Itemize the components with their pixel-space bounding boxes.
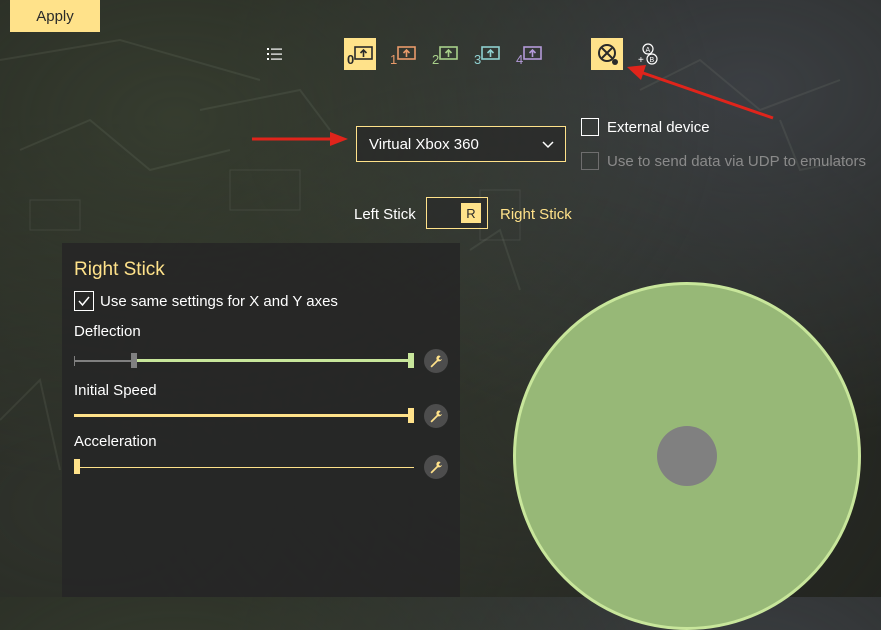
wrench-icon [430, 355, 442, 368]
acceleration-settings-button[interactable] [424, 455, 448, 479]
panel-title: Right Stick [74, 259, 165, 280]
acceleration-track [74, 467, 414, 468]
deflection-range-fill [133, 359, 411, 362]
udp-checkbox [581, 152, 599, 170]
external-device-label: External device [607, 118, 710, 136]
initial-speed-thumb[interactable] [408, 408, 414, 423]
list-icon[interactable] [262, 38, 288, 70]
same-settings-row[interactable]: Use same settings for X and Y axes [74, 291, 338, 311]
stick-settings-panel: Right Stick Use same settings for X and … [62, 243, 460, 597]
initial-speed-settings-button[interactable] [424, 404, 448, 428]
slot-4-button[interactable]: 4 [514, 38, 544, 70]
external-device-checkbox[interactable] [581, 118, 599, 136]
wrench-icon [430, 410, 442, 423]
controller-type-value: Virtual Xbox 360 [369, 135, 479, 153]
button-combo-button[interactable]: A B + [633, 38, 661, 70]
chevron-down-icon [542, 141, 554, 149]
slot-3-button[interactable]: 3 [472, 38, 502, 70]
udp-label: Use to send data via UDP to emulators [607, 152, 867, 170]
acceleration-slider[interactable] [74, 459, 414, 475]
slot-1-number: 1 [390, 52, 398, 67]
left-stick-label: Left Stick [354, 206, 416, 223]
controller-type-select[interactable]: Virtual Xbox 360 [356, 126, 566, 162]
udp-row: Use to send data via UDP to emulators [581, 152, 866, 170]
stick-toggle[interactable]: R [426, 197, 488, 229]
xbox-icon [598, 44, 618, 65]
deflection-low-thumb[interactable] [130, 353, 137, 368]
svg-text:B: B [650, 57, 655, 64]
svg-text:+: + [638, 55, 644, 66]
initial-speed-fill [74, 414, 408, 417]
acceleration-thumb[interactable] [74, 459, 80, 474]
slot-3-number: 3 [474, 52, 482, 67]
apply-button[interactable]: Apply [10, 0, 100, 32]
right-stick-label: Right Stick [500, 206, 572, 223]
same-settings-label: Use same settings for X and Y axes [100, 292, 338, 310]
slot-0-button[interactable]: 0 [344, 38, 376, 70]
joystick-position-dot [657, 426, 717, 486]
same-settings-checkbox[interactable] [74, 291, 94, 311]
deflection-slider[interactable] [74, 353, 414, 369]
deflection-start-tick [74, 356, 75, 366]
acceleration-label: Acceleration [74, 433, 157, 450]
slot-1-button[interactable]: 1 [388, 38, 418, 70]
initial-speed-slider[interactable] [74, 408, 414, 424]
wrench-icon [430, 461, 442, 474]
buttons-combo-icon: A B + [638, 43, 658, 66]
slot-0-number: 0 [347, 52, 355, 67]
slot-2-number: 2 [432, 52, 440, 67]
initial-speed-label: Initial Speed [74, 382, 157, 399]
deflection-label: Deflection [74, 323, 141, 340]
external-device-row[interactable]: External device [581, 118, 710, 136]
stick-toggle-knob: R [461, 203, 481, 223]
deflection-settings-button[interactable] [424, 349, 448, 373]
xbox-mode-button[interactable] [591, 38, 623, 70]
deflection-high-thumb[interactable] [408, 353, 414, 368]
slot-2-button[interactable]: 2 [430, 38, 460, 70]
checkmark-icon [78, 296, 90, 307]
svg-text:A: A [646, 47, 651, 54]
slot-4-number: 4 [516, 52, 524, 67]
